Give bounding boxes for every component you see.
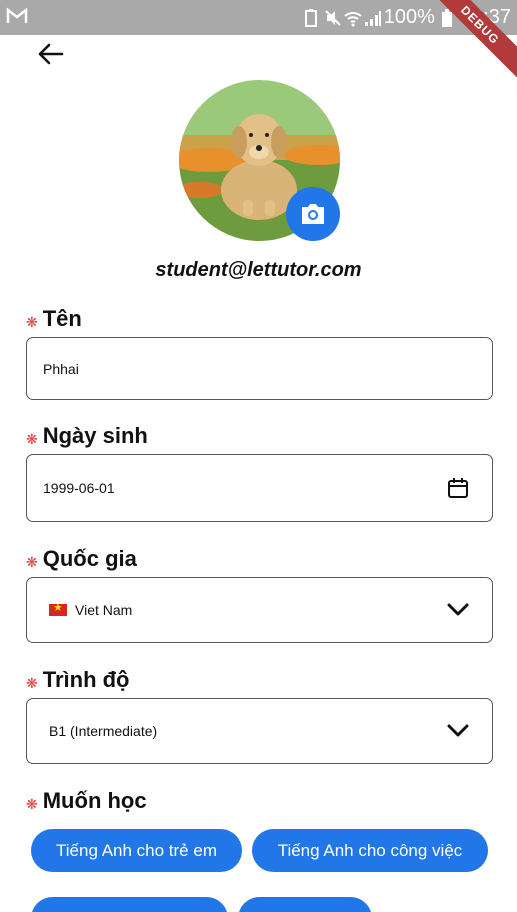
level-label: Trình độ <box>42 667 130 692</box>
vietnam-flag-icon <box>49 601 67 616</box>
required-asterisk-icon: ❋ <box>26 674 38 691</box>
country-label-row: ❋ Quốc gia <box>26 546 137 572</box>
level-value: B1 (Intermediate) <box>49 723 158 739</box>
required-asterisk-icon: ❋ <box>26 795 38 812</box>
birthday-field[interactable]: 1999-06-01 <box>26 454 493 522</box>
chevron-down-icon <box>438 603 478 617</box>
level-select[interactable]: B1 (Intermediate) <box>26 698 493 764</box>
chevron-down-icon <box>438 724 478 738</box>
birthday-value: 1999-06-01 <box>43 480 115 496</box>
gmail-notification-icon <box>6 7 28 30</box>
back-button[interactable] <box>32 38 68 70</box>
birthday-label: Ngày sinh <box>42 423 148 448</box>
status-bar: 100% 23:37 <box>0 0 517 35</box>
name-value: Phhai <box>43 360 79 377</box>
want-to-learn-label-row: ❋ Muốn học <box>26 788 147 814</box>
chip-partial-2[interactable] <box>238 897 372 912</box>
name-label-row: ❋ Tên <box>26 306 82 332</box>
required-asterisk-icon: ❋ <box>26 313 38 330</box>
required-asterisk-icon: ❋ <box>26 553 38 570</box>
avatar-container <box>179 80 340 241</box>
change-avatar-button[interactable] <box>286 187 340 241</box>
signal-icon <box>364 9 381 27</box>
required-asterisk-icon: ❋ <box>26 430 38 447</box>
country-value: Viet Nam <box>75 602 133 618</box>
birthday-label-row: ❋ Ngày sinh <box>26 423 148 449</box>
chip-english-for-kids[interactable]: Tiếng Anh cho trẻ em <box>31 829 242 872</box>
name-field[interactable]: Phhai <box>26 337 493 400</box>
chip-partial-1[interactable] <box>31 897 228 912</box>
chip-english-for-work[interactable]: Tiếng Anh cho công việc <box>252 829 488 872</box>
battery-percent: 100% <box>383 6 435 28</box>
level-label-row: ❋ Trình độ <box>26 667 130 693</box>
country-select[interactable]: Viet Nam <box>26 577 493 643</box>
arrow-back-icon <box>38 43 64 65</box>
wifi-icon <box>344 9 362 27</box>
calendar-icon[interactable] <box>438 477 478 499</box>
want-to-learn-label: Muốn học <box>42 788 147 813</box>
name-label: Tên <box>42 306 82 331</box>
country-label: Quốc gia <box>42 546 137 571</box>
user-email: student@lettutor.com <box>155 259 362 281</box>
battery-saver-icon <box>304 8 318 27</box>
mute-icon <box>324 9 341 27</box>
camera-icon <box>302 204 324 224</box>
